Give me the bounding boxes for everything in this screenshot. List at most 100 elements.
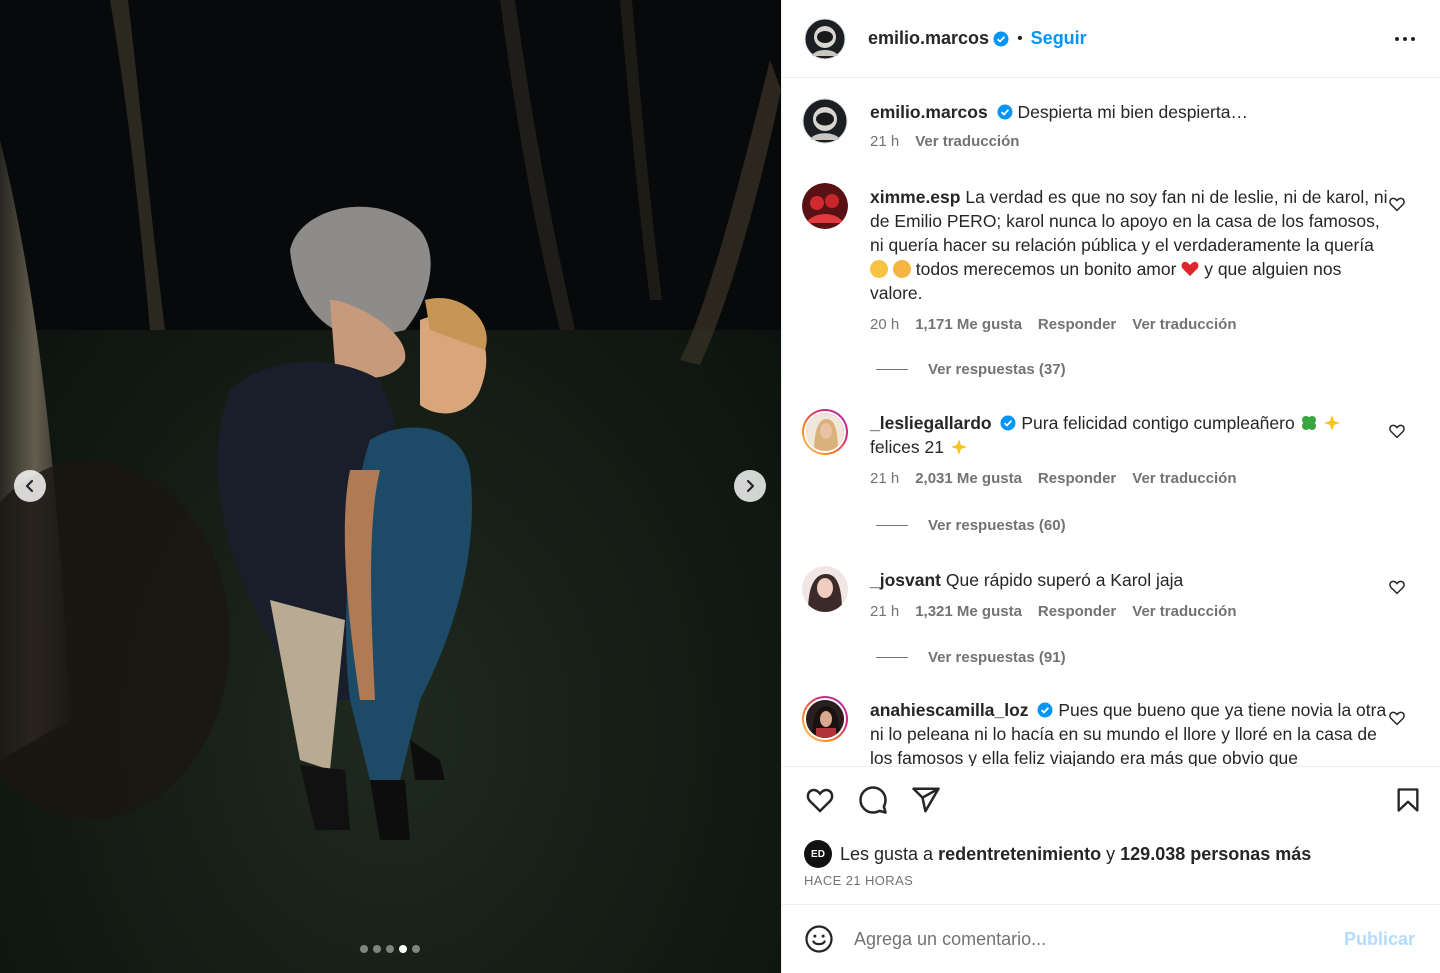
chevron-left-icon (25, 479, 34, 493)
more-options-icon[interactable] (1394, 28, 1416, 50)
comment-likes[interactable]: 1,321 Me gusta (915, 600, 1022, 624)
like-comment-heart-icon[interactable] (1388, 195, 1406, 213)
comment-meta: 21 h 2,031 Me gusta Responder Ver traduc… (870, 467, 1390, 491)
carousel-dot (386, 945, 394, 953)
carousel-indicator (360, 945, 420, 953)
post-timestamp[interactable]: HACE 21 HORAS (804, 873, 913, 888)
post-photo (0, 0, 781, 973)
likes-joiner: y (1106, 843, 1116, 864)
comment-text: felices 21 (870, 437, 944, 457)
likes-prefix: Les gusta a (840, 843, 934, 864)
carousel-dot (360, 945, 368, 953)
avatar-image (806, 413, 844, 451)
avatar-image (806, 700, 844, 738)
likes-count-link[interactable]: 129.038 personas más (1120, 844, 1311, 865)
commenter-avatar[interactable] (802, 183, 848, 229)
caption-body: emilio.marcos Despierta mi bien despiert… (870, 100, 1390, 154)
liker-username[interactable]: redentretenimiento (938, 844, 1101, 865)
share-icon[interactable] (910, 785, 942, 815)
carousel-dot (373, 945, 381, 953)
crying-face-emoji (892, 260, 911, 278)
post-side-panel: emilio.marcos • Seguir emilio.marcos Des… (781, 0, 1440, 973)
like-comment-heart-icon[interactable] (1388, 709, 1406, 727)
comment-meta: 20 h 1,171 Me gusta Responder Ver traduc… (870, 313, 1390, 337)
commenter-avatar[interactable] (802, 566, 848, 612)
comment-username[interactable]: _lesliegallardo (870, 413, 992, 433)
view-replies-button[interactable]: Ver respuestas (60) (876, 517, 1066, 534)
comment-composer: Publicar (782, 904, 1440, 973)
emoji-icon[interactable] (804, 924, 834, 954)
previous-slide-button[interactable] (14, 470, 46, 502)
like-comment-heart-icon[interactable] (1388, 578, 1406, 596)
bookmark-icon[interactable] (1394, 785, 1422, 815)
translate-link[interactable]: Ver traducción (1132, 467, 1236, 491)
translate-link[interactable]: Ver traducción (1132, 600, 1236, 624)
heart-icon[interactable] (804, 785, 836, 815)
comment-body: _lesliegallardo Pura felicidad contigo c… (870, 411, 1390, 491)
post-modal: emilio.marcos • Seguir emilio.marcos Des… (0, 0, 1440, 973)
photo-scene (0, 0, 781, 973)
reply-button[interactable]: Responder (1038, 467, 1116, 491)
caption-meta: 21 h Ver traducción (870, 130, 1390, 154)
caption-username[interactable]: emilio.marcos (870, 102, 988, 122)
reply-button[interactable]: Responder (1038, 600, 1116, 624)
reply-button[interactable]: Responder (1038, 313, 1116, 337)
comment-icon[interactable] (857, 785, 889, 815)
comment-text: Que rápido superó a Karol jaja (945, 570, 1184, 590)
comment-text: todos merecemos un bonito amor (915, 259, 1177, 279)
post-header: emilio.marcos • Seguir (782, 0, 1440, 78)
comment-age: 21 h (870, 470, 900, 487)
author-avatar[interactable] (804, 18, 846, 60)
comment-username[interactable]: _josvant (870, 570, 941, 590)
follow-button[interactable]: Seguir (1031, 28, 1087, 49)
four-leaf-clover-emoji (1301, 416, 1316, 430)
commenter-avatar[interactable] (802, 696, 848, 742)
carousel-dot (399, 945, 407, 953)
like-comment-heart-icon[interactable] (1388, 422, 1406, 440)
caption-translate-link[interactable]: Ver traducción (915, 130, 1019, 154)
view-replies-button[interactable]: Ver respuestas (91) (876, 649, 1066, 666)
caption-author-avatar[interactable] (802, 98, 848, 144)
chevron-right-icon (746, 479, 755, 493)
view-replies-button[interactable]: Ver respuestas (37) (876, 361, 1066, 378)
view-replies-label: Ver respuestas (91) (928, 649, 1066, 666)
comment-body: ximme.esp La verdad es que no soy fan ni… (870, 185, 1390, 337)
pleading-face-emoji (870, 260, 888, 278)
post-actions: ED Les gusta a redentretenimiento y 129.… (782, 766, 1440, 904)
replies-line (876, 369, 908, 370)
translate-link[interactable]: Ver traducción (1132, 313, 1236, 337)
comment-likes[interactable]: 1,171 Me gusta (915, 313, 1022, 337)
header-separator: • (1017, 29, 1023, 47)
view-replies-label: Ver respuestas (37) (928, 361, 1066, 378)
view-replies-label: Ver respuestas (60) (928, 517, 1066, 534)
next-slide-button[interactable] (734, 470, 766, 502)
red-heart-emoji (1181, 261, 1199, 276)
caption-age: 21 h (870, 133, 900, 150)
comment-likes[interactable]: 2,031 Me gusta (915, 467, 1022, 491)
sparkles-emoji (950, 439, 967, 455)
publish-button[interactable]: Publicar (1344, 929, 1415, 950)
carousel-dot (412, 945, 420, 953)
comment-text: Pura felicidad contigo cumpleañero (1021, 413, 1295, 433)
comment-username[interactable]: anahiescamilla_loz (870, 700, 1029, 720)
comment-age: 20 h (870, 316, 900, 333)
verified-badge-icon (993, 31, 1009, 46)
comment-age: 21 h (870, 603, 900, 620)
verified-badge-icon (997, 104, 1013, 120)
comment-body: _josvant Que rápido superó a Karol jaja … (870, 568, 1390, 624)
verified-badge-icon (1000, 415, 1016, 431)
replies-line (876, 525, 908, 526)
comment-meta: 21 h 1,321 Me gusta Responder Ver traduc… (870, 600, 1390, 624)
comments-list[interactable]: emilio.marcos Despierta mi bien despiert… (782, 78, 1440, 766)
commenter-avatar[interactable] (802, 409, 848, 455)
liker-avatar[interactable]: ED (804, 840, 832, 868)
comment-body: anahiescamilla_loz Pues que bueno que ya… (870, 698, 1390, 766)
verified-badge-icon (1037, 702, 1053, 718)
sparkles-emoji (1324, 415, 1341, 431)
comment-input[interactable] (854, 928, 1324, 950)
likes-summary: ED Les gusta a redentretenimiento y 129.… (804, 840, 1311, 868)
author-username[interactable]: emilio.marcos (868, 28, 989, 49)
comment-username[interactable]: ximme.esp (870, 187, 960, 207)
replies-line (876, 657, 908, 658)
caption-text: Despierta mi bien despierta… (1017, 102, 1248, 122)
